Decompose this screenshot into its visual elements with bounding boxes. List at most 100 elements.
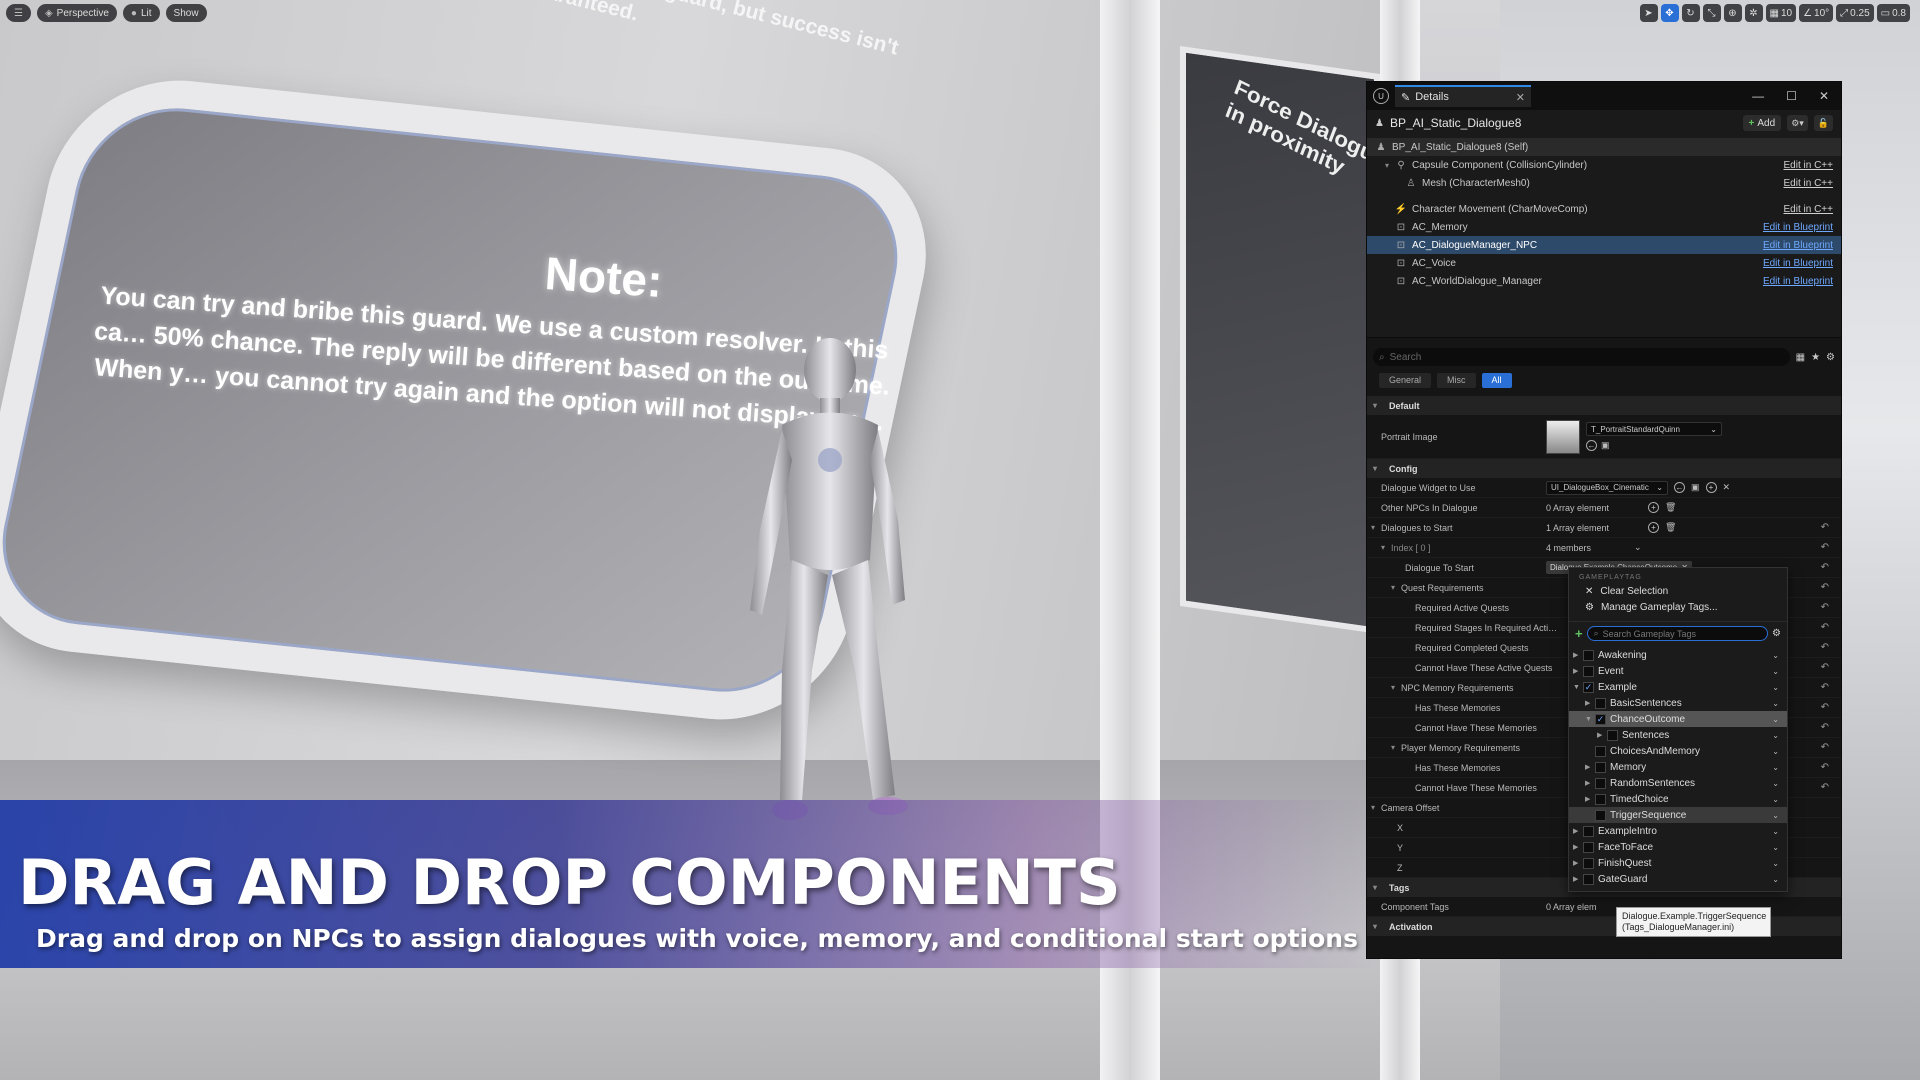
tag-checkbox[interactable] xyxy=(1583,873,1594,885)
add-element-icon[interactable]: + xyxy=(1648,522,1659,533)
chevron-down-icon[interactable]: ⌄ xyxy=(1772,747,1779,756)
collapse-arrow-icon[interactable]: ▾ xyxy=(1391,583,1401,592)
expand-arrow-icon[interactable]: ▶ xyxy=(1573,843,1583,851)
details-search-input[interactable]: ⌕ Search xyxy=(1373,348,1790,366)
expand-arrow-icon[interactable]: ▶ xyxy=(1597,731,1607,739)
settings-gear-icon[interactable]: ⚙ xyxy=(1772,628,1781,639)
tag-checkbox[interactable] xyxy=(1583,825,1594,837)
scale-snap-button[interactable]: ⤢ 0.25 xyxy=(1836,4,1874,22)
expand-arrow-icon[interactable]: ▶ xyxy=(1585,699,1595,707)
expand-arrow-icon[interactable]: ▼ xyxy=(1573,684,1583,691)
tag-checkbox[interactable] xyxy=(1583,841,1594,853)
collapse-arrow-icon[interactable]: ▾ xyxy=(1371,803,1381,812)
clear-selection-item[interactable]: ✕ Clear Selection xyxy=(1569,583,1787,599)
edit-in-cpp-link[interactable]: Edit in C++ xyxy=(1784,178,1833,189)
translate-mode-icon[interactable]: ✥ xyxy=(1660,4,1679,22)
portrait-thumbnail[interactable] xyxy=(1546,419,1580,454)
tag-checkbox[interactable] xyxy=(1595,745,1606,757)
collapse-arrow-icon[interactable]: ▾ xyxy=(1391,743,1401,752)
scale-mode-icon[interactable]: ⤡ xyxy=(1702,4,1721,22)
tag-checkbox[interactable] xyxy=(1595,809,1606,821)
camera-speed-button[interactable]: ▭ 0.8 xyxy=(1876,4,1910,22)
favorite-star-icon[interactable]: ★ xyxy=(1811,352,1820,363)
rotation-snap-button[interactable]: ∠ 10° xyxy=(1799,4,1834,22)
perspective-button[interactable]: ◈ Perspective xyxy=(36,4,117,22)
minimize-icon[interactable]: — xyxy=(1752,89,1764,103)
reset-to-default-icon[interactable]: ↶ xyxy=(1821,702,1829,713)
edit-in-cpp-link[interactable]: Edit in C++ xyxy=(1784,204,1833,215)
tag-checkbox[interactable]: ✓ xyxy=(1595,713,1606,725)
use-selected-icon[interactable]: ← xyxy=(1674,482,1685,493)
expand-arrow-icon[interactable]: ▶ xyxy=(1573,875,1583,883)
table-view-icon[interactable]: ▦ xyxy=(1796,352,1805,363)
expand-arrow-icon[interactable]: ▶ xyxy=(1573,651,1583,659)
expand-arrow-icon[interactable]: ▶ xyxy=(1585,779,1595,787)
component-row[interactable]: ▾ ⚲ Capsule Component (CollisionCylinder… xyxy=(1367,156,1841,174)
collapse-arrow-icon[interactable]: ▾ xyxy=(1381,543,1391,552)
tag-row[interactable]: ▶ Event ⌄ xyxy=(1569,663,1787,679)
component-row[interactable]: ⊡ AC_WorldDialogue_Manager Edit in Bluep… xyxy=(1367,272,1841,290)
chevron-down-icon[interactable]: ⌄ xyxy=(1772,763,1779,772)
tag-row[interactable]: ▶ GateGuard ⌄ xyxy=(1569,871,1787,887)
tag-row[interactable]: ▼ ✓ ChanceOutcome ⌄ xyxy=(1569,711,1787,727)
chevron-down-icon[interactable]: ⌄ xyxy=(1772,731,1779,740)
tag-row[interactable]: ▶ FinishQuest ⌄ xyxy=(1569,855,1787,871)
expand-arrow-icon[interactable]: ▾ xyxy=(1385,161,1395,170)
tag-checkbox[interactable] xyxy=(1607,729,1618,741)
chevron-down-icon[interactable]: ⌄ xyxy=(1772,683,1779,692)
tag-row[interactable]: ▶ Memory ⌄ xyxy=(1569,759,1787,775)
tag-search-input[interactable]: ⌕ Search Gameplay Tags xyxy=(1586,626,1769,641)
show-button[interactable]: Show xyxy=(165,4,207,22)
surface-snap-icon[interactable]: ✲ xyxy=(1744,4,1763,22)
maximize-icon[interactable]: ☐ xyxy=(1786,89,1797,103)
component-row[interactable]: ♟ BP_AI_Static_Dialogue8 (Self) xyxy=(1367,138,1841,156)
reset-to-default-icon[interactable]: ↶ xyxy=(1821,742,1829,753)
trash-icon[interactable]: 🗑 xyxy=(1665,522,1676,533)
use-selected-icon[interactable]: ← xyxy=(1586,440,1597,451)
chevron-down-icon[interactable]: ⌄ xyxy=(1634,542,1642,553)
widget-class-combo[interactable]: UI_DialogueBox_Cinematic ⌄ xyxy=(1546,480,1668,495)
tag-row[interactable]: ▶ RandomSentences ⌄ xyxy=(1569,775,1787,791)
blueprint-options-button[interactable]: ⚙▾ xyxy=(1787,115,1808,131)
edit-in-cpp-link[interactable]: Edit in C++ xyxy=(1784,160,1833,171)
tag-checkbox[interactable] xyxy=(1595,793,1606,805)
world-space-icon[interactable]: ⊕ xyxy=(1723,4,1742,22)
expand-arrow-icon[interactable]: ▼ xyxy=(1585,716,1595,723)
grid-snap-button[interactable]: ▦ 10 xyxy=(1765,4,1797,22)
chevron-down-icon[interactable]: ⌄ xyxy=(1772,779,1779,788)
expand-arrow-icon[interactable]: ▶ xyxy=(1573,827,1583,835)
component-row[interactable]: ⚡ Character Movement (CharMoveComp) Edit… xyxy=(1367,200,1841,218)
filter-misc[interactable]: Misc xyxy=(1437,372,1476,388)
reset-to-default-icon[interactable]: ↶ xyxy=(1821,602,1829,613)
edit-in-blueprint-link[interactable]: Edit in Blueprint xyxy=(1763,222,1833,233)
clear-icon[interactable]: ✕ xyxy=(1723,482,1731,493)
expand-arrow-icon[interactable]: ▶ xyxy=(1573,667,1583,675)
tag-row[interactable]: ▶ Awakening ⌄ xyxy=(1569,647,1787,663)
chevron-down-icon[interactable]: ⌄ xyxy=(1772,795,1779,804)
tag-row[interactable]: ▶ BasicSentences ⌄ xyxy=(1569,695,1787,711)
reset-to-default-icon[interactable]: ↶ xyxy=(1821,582,1829,593)
tag-checkbox[interactable] xyxy=(1583,665,1594,677)
tag-row[interactable]: ▶ ExampleIntro ⌄ xyxy=(1569,823,1787,839)
expand-arrow-icon[interactable]: ▶ xyxy=(1585,763,1595,771)
rotate-mode-icon[interactable]: ↻ xyxy=(1681,4,1700,22)
add-element-icon[interactable]: + xyxy=(1648,502,1659,513)
collapse-arrow-icon[interactable]: ▾ xyxy=(1391,683,1401,692)
component-row[interactable]: ⊡ AC_Voice Edit in Blueprint xyxy=(1367,254,1841,272)
lit-button[interactable]: ● Lit xyxy=(122,4,160,22)
reset-to-default-icon[interactable]: ↶ xyxy=(1821,622,1829,633)
tag-row[interactable]: ▶ Sentences ⌄ xyxy=(1569,727,1787,743)
filter-general[interactable]: General xyxy=(1379,372,1432,388)
reset-to-default-icon[interactable]: ↶ xyxy=(1821,562,1829,573)
viewport-menu-button[interactable]: ☰ xyxy=(6,4,31,22)
settings-gear-icon[interactable]: ⚙ xyxy=(1826,352,1835,363)
tag-row[interactable]: ▶ FaceToFace ⌄ xyxy=(1569,839,1787,855)
edit-in-blueprint-link[interactable]: Edit in Blueprint xyxy=(1763,258,1833,269)
portrait-asset-combo[interactable]: T_PortraitStandardQuinn ⌄ xyxy=(1586,422,1722,436)
add-component-button[interactable]: + Add xyxy=(1742,115,1782,131)
trash-icon[interactable]: 🗑 xyxy=(1665,502,1676,513)
chevron-down-icon[interactable]: ⌄ xyxy=(1772,859,1779,868)
tag-row[interactable]: TriggerSequence ⌄ xyxy=(1569,807,1787,823)
tag-checkbox[interactable] xyxy=(1595,777,1606,789)
expand-arrow-icon[interactable]: ▶ xyxy=(1573,859,1583,867)
